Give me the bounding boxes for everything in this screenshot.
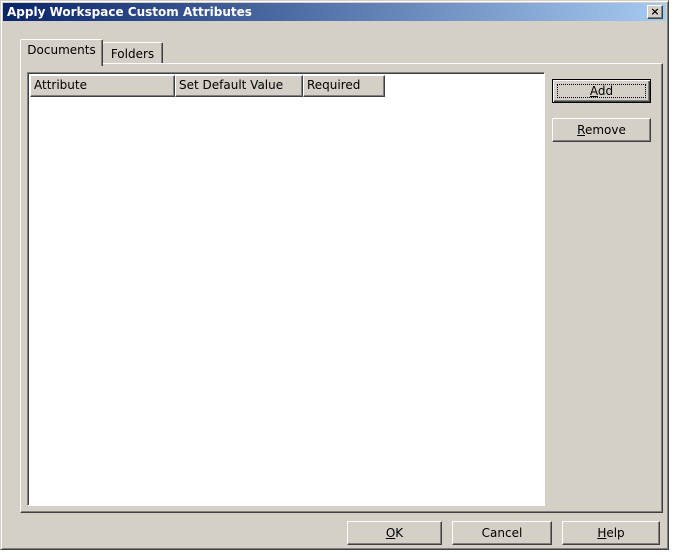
column-header-attribute[interactable]: Attribute (30, 75, 175, 97)
add-label: dd (597, 84, 614, 98)
dialog-window: Apply Workspace Custom Attributes × Docu… (0, 0, 669, 550)
tab-documents-label: Documents (27, 43, 96, 57)
window-title: Apply Workspace Custom Attributes (7, 5, 252, 19)
close-button[interactable]: × (647, 5, 663, 19)
cancel-button[interactable]: Cancel (452, 521, 552, 545)
tab-documents[interactable]: Documents (20, 39, 103, 66)
tab-folders-label: Folders (110, 47, 155, 61)
remove-label: emove (584, 123, 626, 137)
cancel-label: Cancel (481, 526, 523, 540)
ok-button[interactable]: OK (347, 521, 442, 545)
ok-mnemonic: O (385, 526, 396, 540)
help-button[interactable]: Help (562, 521, 660, 545)
remove-button[interactable]: Remove (552, 118, 651, 142)
column-header-set-default-value[interactable]: Set Default Value (175, 75, 303, 97)
attributes-list[interactable]: Attribute Set Default Value Required (27, 72, 545, 506)
ok-label: K (395, 526, 404, 540)
help-label: elp (606, 526, 625, 540)
close-icon: × (650, 5, 660, 18)
tab-panel-documents: Attribute Set Default Value Required Add… (20, 63, 663, 513)
add-mnemonic: A (589, 84, 598, 98)
title-bar[interactable]: Apply Workspace Custom Attributes × (3, 3, 666, 21)
add-button[interactable]: Add (552, 79, 651, 103)
tab-folders[interactable]: Folders (102, 42, 163, 65)
column-header-required[interactable]: Required (303, 75, 385, 97)
remove-mnemonic: R (577, 123, 585, 137)
help-mnemonic: H (597, 526, 607, 540)
